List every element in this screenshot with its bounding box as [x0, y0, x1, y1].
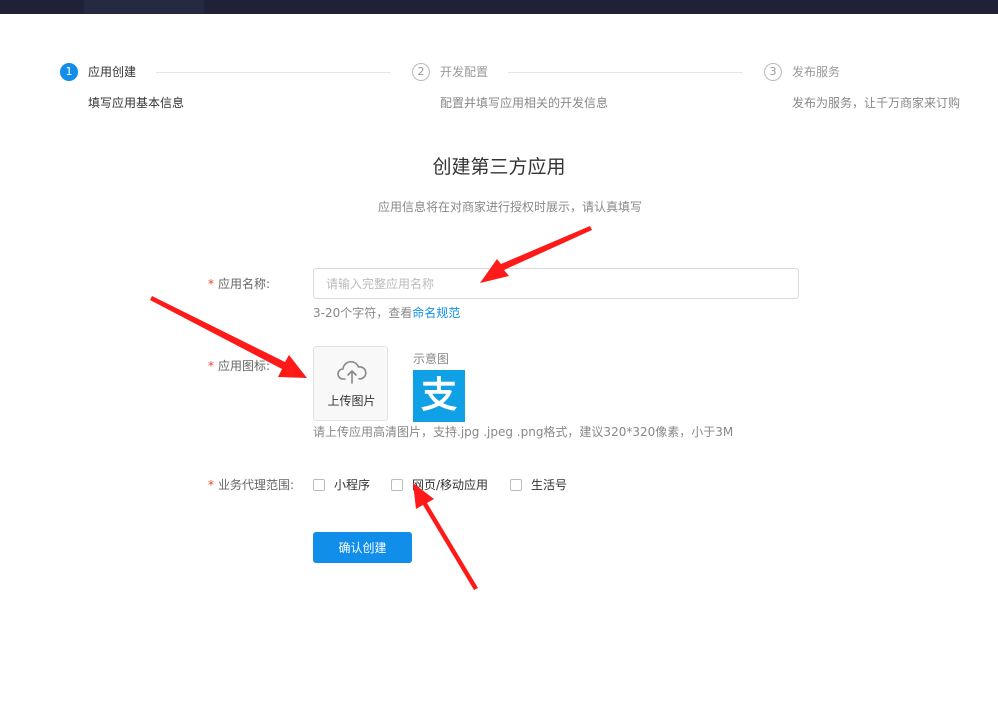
app-name-hint: 3-20个字符，查看命名规范: [313, 305, 460, 321]
step-1-title: 应用创建: [88, 65, 137, 79]
cloud-upload-icon: [337, 360, 367, 384]
checkbox-box[interactable]: [510, 479, 522, 491]
checkbox-box[interactable]: [391, 479, 403, 491]
step-connector: [508, 72, 743, 73]
app-icon-hint: 请上传应用高清图片，支持.jpg .jpeg .png格式，建议320*320像…: [313, 425, 734, 439]
page-title: 创建第三方应用: [432, 156, 566, 178]
step-3-title: 发布服务: [792, 65, 841, 79]
step-1-desc: 填写应用基本信息: [88, 96, 185, 110]
step-connector: [156, 72, 391, 73]
page-subtitle: 应用信息将在对商家进行授权时展示，请认真填写: [377, 200, 642, 214]
scope-checkbox-life-account[interactable]: 生活号: [510, 477, 567, 493]
scope-checkbox-web-mobile[interactable]: 网页/移动应用: [391, 477, 488, 493]
scope-option-label: 网页/移动应用: [412, 478, 489, 492]
app-icon-label-text: 应用图标:: [218, 359, 271, 373]
app-name-label-text: 应用名称:: [218, 277, 271, 291]
top-nav-segment: [84, 0, 204, 14]
step-3-desc: 发布为服务，让千万商家来订购: [792, 96, 961, 110]
app-icon-label: * 应用图标:: [208, 358, 270, 374]
step-2-number: 2: [412, 63, 430, 81]
upload-image-button[interactable]: 上传图片: [313, 346, 388, 421]
scope-option-label: 生活号: [531, 478, 568, 492]
confirm-create-button[interactable]: 确认创建: [313, 532, 412, 563]
top-nav-bar: [0, 0, 998, 14]
step-3-number: 3: [764, 63, 782, 81]
checkbox-box[interactable]: [313, 479, 325, 491]
step-2-desc: 配置并填写应用相关的开发信息: [440, 96, 609, 110]
upload-image-label: 上传图片: [327, 394, 376, 408]
scope-label-text: 业务代理范围:: [218, 478, 295, 492]
app-name-label: * 应用名称:: [208, 276, 270, 292]
step-1-number: 1: [60, 63, 78, 81]
scope-checkbox-mini-program[interactable]: 小程序: [313, 477, 370, 493]
scope-label: * 业务代理范围:: [208, 477, 294, 493]
annotation-arrow-scope: [413, 483, 478, 590]
step-2-title: 开发配置: [440, 65, 489, 79]
scope-option-label: 小程序: [334, 478, 371, 492]
alipay-sample-icon: 支: [413, 370, 465, 422]
required-mark: *: [208, 277, 214, 291]
steps-progress: 1 应用创建 填写应用基本信息 2 开发配置 配置并填写应用相关的开发信息 3 …: [0, 60, 998, 120]
sample-label: 示意图: [413, 352, 450, 366]
required-mark: *: [208, 359, 214, 373]
naming-rules-link[interactable]: 命名规范: [412, 306, 460, 320]
app-name-input[interactable]: [313, 268, 799, 299]
app-name-hint-text: 3-20个字符，查看: [313, 306, 413, 320]
required-mark: *: [208, 478, 214, 492]
